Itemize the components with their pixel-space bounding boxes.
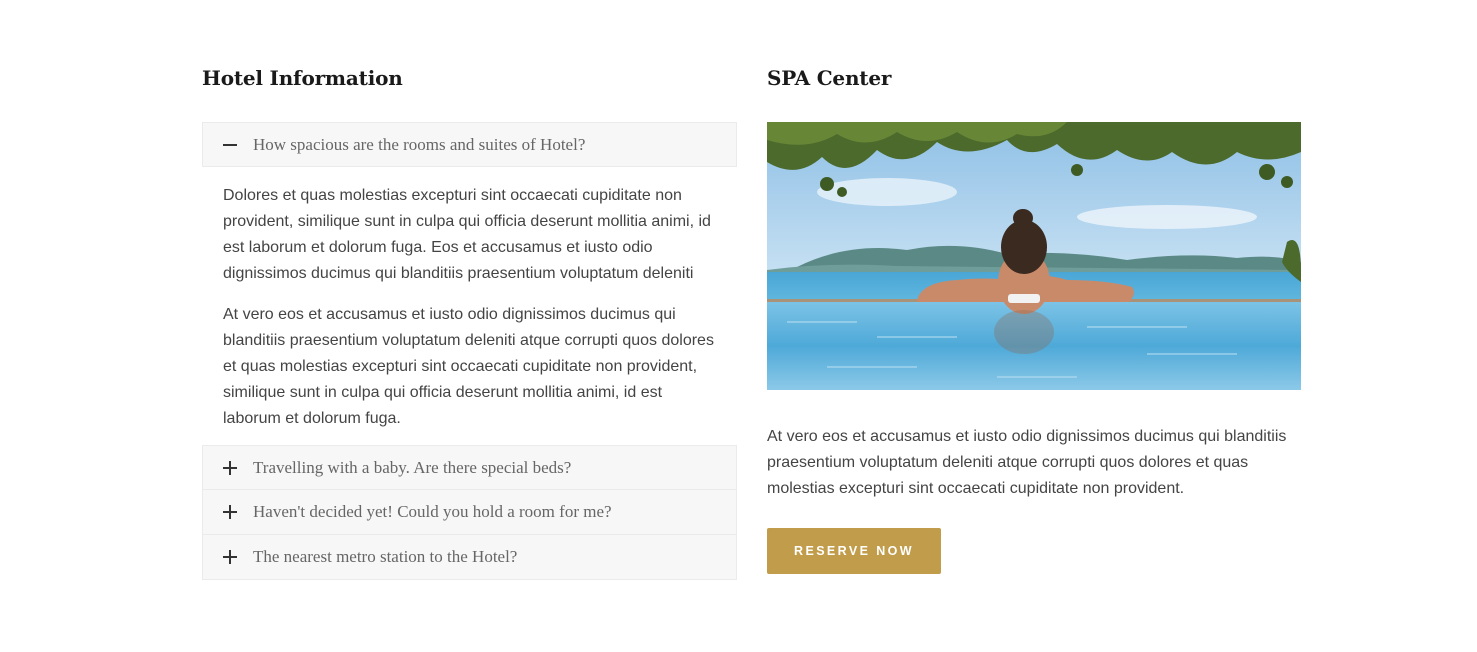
accordion-header-rooms[interactable]: How spacious are the rooms and suites of… [202,122,737,167]
accordion-item: Haven't decided yet! Could you hold a ro… [202,490,737,535]
pool-photo [767,122,1301,390]
spa-center-title: SPA Center [767,66,892,90]
accordion-item: The nearest metro station to the Hotel? [202,535,737,580]
accordion-answer: Dolores et quas molestias excepturi sint… [202,167,737,445]
spa-description: At vero eos et accusamus et iusto odio d… [767,428,1287,497]
answer-paragraph: Dolores et quas molestias excepturi sint… [223,187,711,282]
accordion-question: How spacious are the rooms and suites of… [253,134,586,154]
accordion-item: Travelling with a baby. Are there specia… [202,445,737,490]
accordion-question: Travelling with a baby. Are there specia… [253,457,572,477]
hotel-information-title: Hotel Information [202,66,403,90]
accordion-header-baby-beds[interactable]: Travelling with a baby. Are there specia… [202,445,737,490]
plus-icon[interactable] [222,504,238,520]
accordion-header-metro[interactable]: The nearest metro station to the Hotel? [202,535,737,580]
accordion-item: How spacious are the rooms and suites of… [202,122,737,445]
plus-icon[interactable] [222,460,238,476]
faq-accordion: How spacious are the rooms and suites of… [202,122,737,580]
accordion-question: The nearest metro station to the Hotel? [253,547,518,566]
reserve-now-button[interactable]: RESERVE NOW [767,528,941,574]
plus-icon[interactable] [222,549,238,565]
accordion-header-hold-room[interactable]: Haven't decided yet! Could you hold a ro… [202,490,737,535]
answer-paragraph: At vero eos et accusamus et iusto odio d… [223,306,714,427]
page: Hotel Information How spacious are the r… [0,0,1477,652]
accordion-question: Haven't decided yet! Could you hold a ro… [253,502,612,521]
minus-icon[interactable] [222,137,238,153]
